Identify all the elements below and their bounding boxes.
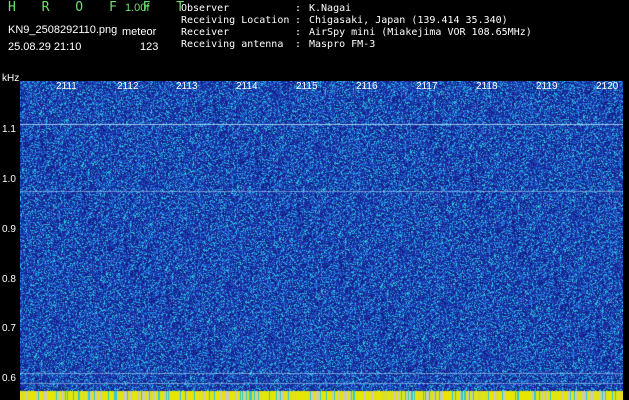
app-title: H R O F F T: [8, 0, 194, 15]
count-label: 123: [140, 41, 159, 53]
y-tick-label: 1.1: [2, 124, 16, 135]
y-unit-label: kHz: [2, 73, 20, 84]
meta-key: Receiving antenna: [181, 39, 284, 50]
x-tick-label: 2115: [296, 81, 318, 92]
x-tick-label: 2118: [476, 81, 498, 92]
meta-colon: :: [295, 3, 302, 14]
datetime-label: 25.08.29 21:10: [8, 41, 82, 53]
meta-row-antenna: Receiving antenna: Maspro FM-3: [181, 39, 532, 51]
meta-colon: :: [295, 15, 302, 26]
x-tick-label: 2113: [176, 81, 198, 92]
meta-value: Maspro FM-3: [309, 39, 376, 50]
filename-label: KN9_2508292110.png: [8, 24, 118, 36]
meta-colon: :: [295, 27, 302, 38]
x-tick-label: 2120: [596, 81, 619, 92]
y-tick-label: 0.6: [2, 373, 16, 384]
y-tick-label: 0.9: [2, 224, 16, 235]
metadata-panel: Observer: K.Nagai Receiving Location: Chig…: [181, 3, 532, 51]
version-label: 1.00f: [125, 2, 150, 14]
meta-value: K.Nagai: [309, 3, 352, 14]
x-tick-label: 2112: [117, 81, 139, 92]
meta-value: AirSpy mini (Miakejima VOR 108.65MHz): [309, 27, 532, 38]
x-tick-label: 2111: [56, 81, 77, 92]
meta-key: Receiver: [181, 27, 230, 38]
x-tick-label: 2116: [356, 81, 378, 92]
meta-key: Receiving Location: [181, 15, 290, 26]
y-tick-label: 0.7: [2, 323, 16, 334]
meta-row-receiver: Receiver: AirSpy mini (Miakejima VOR 108.…: [181, 27, 532, 39]
y-tick-label: 1.0: [2, 174, 16, 185]
meta-value: Chigasaki, Japan (139.414 35.340): [309, 15, 508, 26]
meta-row-location: Receiving Location: Chigasaki, Japan (139…: [181, 15, 532, 27]
y-tick-label: 0.8: [2, 274, 16, 285]
spectrogram-plot[interactable]: [20, 81, 623, 400]
meta-colon: :: [295, 39, 302, 50]
x-tick-label: 2114: [236, 81, 258, 92]
x-tick-label: 2119: [536, 81, 558, 92]
type-label: meteor: [122, 26, 157, 38]
x-tick-label: 2117: [416, 81, 438, 92]
meta-key: Observer: [181, 3, 230, 14]
meta-row-observer: Observer: K.Nagai: [181, 3, 532, 15]
